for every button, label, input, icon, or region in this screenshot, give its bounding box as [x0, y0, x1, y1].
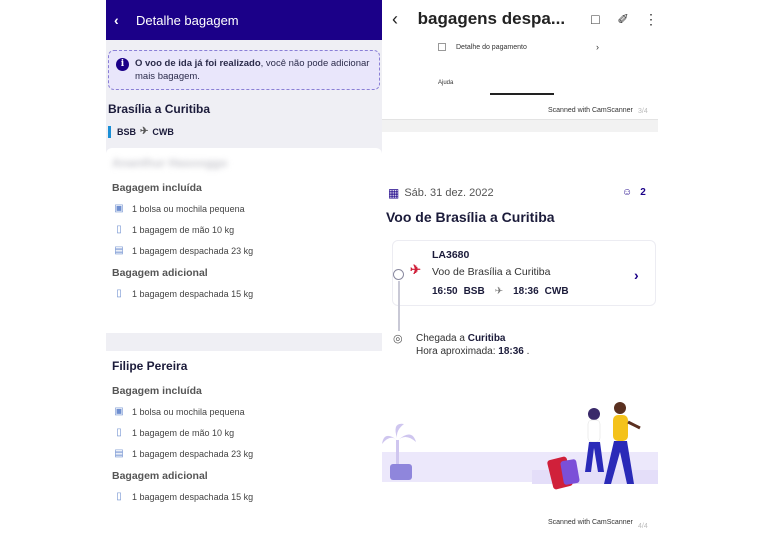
passenger-card: Filipe Pereira Bagagem incluída ▣ 1 bols…	[106, 351, 382, 533]
chevron-left-icon[interactable]: ‹	[114, 12, 130, 28]
arrival-info: Chegada a Curitiba Hora aproximada: 18:3…	[416, 332, 529, 358]
extra-baggage-title: Bagagem adicional	[112, 470, 208, 482]
list-item: ▯ 1 bagagem despachada 15 kg	[112, 491, 374, 503]
chevron-right-icon: ›	[596, 42, 599, 52]
person-icon: ☺	[622, 187, 633, 198]
date-label: Sáb. 31 dez. 2022	[404, 187, 494, 199]
airplane-icon: ✈	[494, 286, 504, 297]
info-icon: i	[116, 58, 129, 71]
list-item: ▯ 1 bagagem de mão 10 kg	[112, 224, 374, 236]
page-divider	[382, 120, 658, 132]
arrival-code: CWB	[544, 286, 569, 297]
trip-date: ▦ Sáb. 31 dez. 2022	[388, 186, 494, 200]
item-label: 1 bagagem de mão 10 kg	[132, 225, 235, 235]
scanner-watermark: Scanned with CamScanner	[548, 519, 633, 526]
item-label: 1 bagagem de mão 10 kg	[132, 428, 235, 438]
travelers-illustration	[382, 402, 658, 490]
payment-detail-row: Detalhe do pagamento	[456, 44, 527, 51]
paperclip-icon[interactable]: ✐	[616, 11, 630, 28]
destination-code: CWB	[152, 127, 174, 137]
item-label: 1 bolsa ou mochila pequena	[132, 204, 245, 214]
book-icon[interactable]: □	[589, 11, 603, 27]
item-label: 1 bagagem despachada 15 kg	[132, 492, 254, 502]
help-label: Ajuda	[438, 80, 454, 86]
list-item: ▣ 1 bolsa ou mochila pequena	[112, 203, 374, 215]
info-notice: i O voo de ida já foi realizado, você nã…	[108, 50, 380, 90]
arrival-label: Chegada a	[416, 333, 468, 344]
airline-logo-icon: ✈	[410, 262, 421, 277]
extra-baggage-title: Bagagem adicional	[112, 267, 208, 279]
document-viewer-pane: ‹ bagagens despa... □ ✐ ⋮ Detalhe do pag…	[382, 0, 658, 533]
flight-times: 16:50 BSB ✈ 18:36 CWB	[432, 286, 569, 297]
document-page-3: Detalhe do pagamento › Ajuda Scanned wit…	[382, 38, 658, 120]
receipt-icon	[438, 43, 446, 51]
approx-label: Hora aproximada:	[416, 346, 499, 357]
item-label: 1 bolsa ou mochila pequena	[132, 407, 245, 417]
list-item: ▤ 1 bagagem despachada 23 kg	[112, 245, 374, 257]
home-indicator	[490, 93, 554, 95]
flight-number: LA3680	[432, 249, 470, 261]
list-item: ▣ 1 bolsa ou mochila pequena	[112, 406, 374, 418]
item-label: 1 bagagem despachada 15 kg	[132, 289, 254, 299]
route-code: BSB ✈ CWB	[108, 126, 382, 138]
departure-time: 16:50	[432, 286, 458, 297]
arrival-city: Curitiba	[467, 333, 506, 344]
timeline-line	[398, 281, 400, 331]
carry-on-icon: ▯	[116, 224, 122, 235]
flight-title: Voo de Brasília a Curitiba	[386, 209, 555, 225]
page-number: 3/4	[638, 108, 648, 115]
approx-suffix: .	[523, 346, 530, 357]
suitcase-icon: ▯	[116, 491, 122, 502]
list-item: ▯ 1 bagagem de mão 10 kg	[112, 427, 374, 439]
header-bar: ‹ Detalhe bagagem	[106, 0, 382, 40]
arrival-time: 18:36	[513, 286, 539, 297]
item-label: 1 bagagem despachada 23 kg	[132, 246, 254, 256]
viewer-header: ‹ bagagens despa... □ ✐ ⋮	[382, 0, 658, 38]
suitcase-icon: ▯	[116, 288, 122, 299]
calendar-icon: ▦	[388, 186, 400, 200]
backpack-icon: ▣	[114, 203, 124, 214]
flight-route: Voo de Brasília a Curitiba	[432, 266, 551, 278]
approx-time: 18:36	[498, 346, 524, 357]
passenger-count-value: 2	[640, 187, 646, 198]
checked-bag-icon: ▤	[114, 448, 124, 459]
baggage-detail-pane: ‹ Detalhe bagagem i O voo de ida já foi …	[106, 0, 382, 533]
list-item: ▤ 1 bagagem despachada 23 kg	[112, 448, 374, 460]
checked-bag-icon: ▤	[114, 245, 124, 256]
chevron-left-icon[interactable]: ‹	[392, 9, 410, 30]
included-baggage-title: Bagagem incluída	[112, 385, 202, 397]
departure-dot	[393, 269, 404, 280]
departure-code: BSB	[463, 286, 485, 297]
origin-code: BSB	[117, 127, 137, 137]
item-label: 1 bagagem despachada 23 kg	[132, 449, 254, 459]
list-item: ▯ 1 bagagem despachada 15 kg	[112, 288, 374, 300]
route-title: Brasília a Curitiba	[108, 102, 211, 116]
passenger-name: Ananthur Hasooggo	[112, 156, 228, 170]
page-title: Detalhe bagagem	[136, 12, 239, 28]
document-title: bagagens despa...	[417, 9, 566, 28]
location-pin-icon: ◎	[393, 333, 403, 345]
passenger-card: Ananthur Hasooggo Bagagem incluída ▣ 1 b…	[106, 148, 382, 333]
notice-bold-text: O voo de ida já foi realizado	[135, 58, 261, 69]
airplane-icon: ✈	[140, 126, 149, 137]
carry-on-icon: ▯	[116, 427, 122, 438]
backpack-icon: ▣	[114, 406, 124, 417]
chevron-right-icon[interactable]: ›	[634, 267, 639, 283]
page-number: 4/4	[638, 523, 648, 530]
more-vertical-icon[interactable]: ⋮	[644, 11, 658, 28]
included-baggage-title: Bagagem incluída	[112, 182, 202, 194]
passenger-name: Filipe Pereira	[112, 359, 188, 373]
passenger-count: ☺ 2	[622, 187, 646, 198]
scanner-watermark: Scanned with CamScanner	[548, 107, 633, 114]
